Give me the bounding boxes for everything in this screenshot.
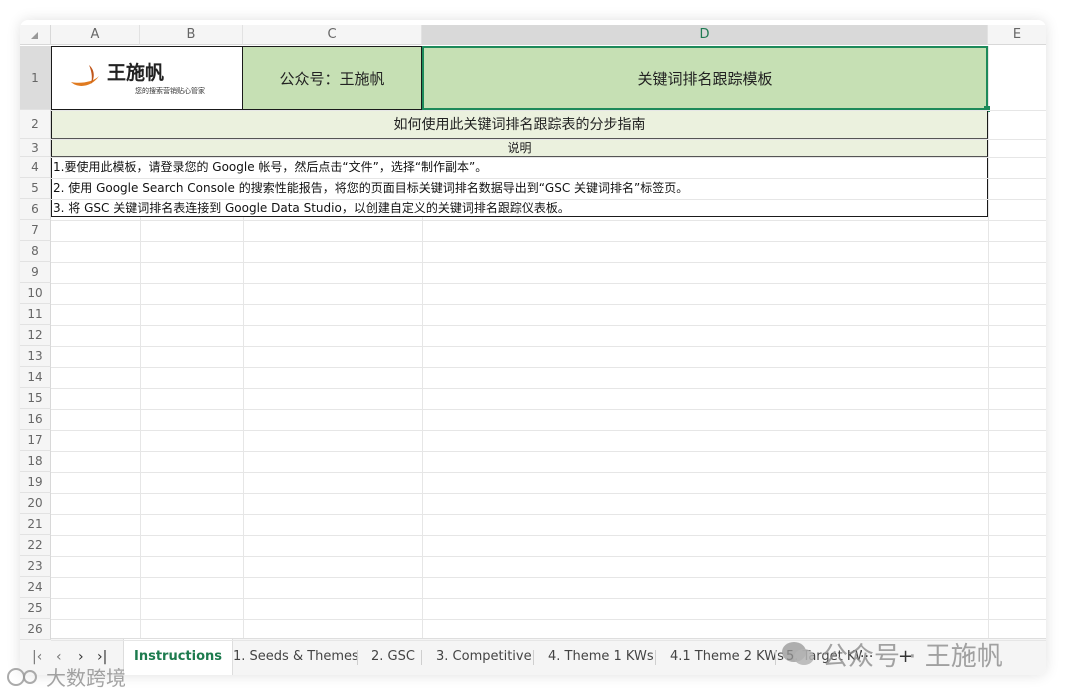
row-header[interactable]: 18 — [20, 451, 51, 472]
grid-line — [988, 46, 989, 642]
grid-line — [51, 640, 1046, 641]
spreadsheet-window: A B C D E 1 2 3 4 5 6 王施帆 您的搜索营销贴心管家 公众号… — [20, 20, 1046, 675]
column-header-d[interactable]: D — [422, 25, 988, 45]
tab-separator — [655, 650, 656, 665]
logo-cell[interactable]: 王施帆 您的搜索营销贴心管家 — [51, 46, 243, 110]
row-header[interactable]: 22 — [20, 535, 51, 556]
row-header[interactable]: 6 — [20, 199, 51, 220]
column-header-a[interactable]: A — [51, 25, 140, 45]
tab-competitive[interactable]: 3. Competitive — [432, 639, 536, 675]
row-header[interactable]: 16 — [20, 409, 51, 430]
grid-line — [51, 598, 1046, 599]
grid-line — [51, 451, 1046, 452]
instruction-line[interactable]: 1.要使用此模板，请登录您的 Google 帐号，然后点击“文件”，选择“制作副… — [53, 158, 487, 177]
watermark-brand-text: 大数跨境 — [46, 666, 126, 690]
grid-line — [51, 619, 1046, 620]
row-header[interactable]: 7 — [20, 220, 51, 241]
instruction-line[interactable]: 2. 使用 Google Search Console 的搜索性能报告，将您的页… — [53, 179, 688, 198]
tab-seeds-themes[interactable]: 1. Seeds & Themes — [229, 639, 363, 675]
tab-separator — [421, 650, 422, 665]
grid-line — [51, 262, 1046, 263]
row-header[interactable]: 21 — [20, 514, 51, 535]
grid-line — [51, 430, 1046, 431]
row-header[interactable]: 24 — [20, 577, 51, 598]
row-header[interactable]: 2 — [20, 110, 51, 139]
grid-line — [51, 304, 1046, 305]
row-header[interactable]: 4 — [20, 157, 51, 178]
grid-line — [51, 556, 1046, 557]
row-header[interactable]: 19 — [20, 472, 51, 493]
grid-line — [51, 409, 1046, 410]
grid-line — [51, 577, 1046, 578]
row-header[interactable]: 13 — [20, 346, 51, 367]
instruction-line[interactable]: 3. 将 GSC 关键词排名表连接到 Google Data Studio，以创… — [53, 199, 570, 218]
row-header[interactable]: 3 — [20, 139, 51, 157]
select-all-corner[interactable] — [20, 25, 51, 45]
row-header[interactable]: 23 — [20, 556, 51, 577]
watermark-account-text: 公众号 · 王施帆 — [822, 641, 1003, 672]
row-header[interactable]: 14 — [20, 367, 51, 388]
logo-text: 王施帆 — [107, 62, 165, 84]
tab-separator — [357, 650, 358, 665]
row-header[interactable]: 17 — [20, 430, 51, 451]
tab-gsc[interactable]: 2. GSC — [367, 639, 419, 675]
row-header[interactable]: 1 — [20, 46, 51, 110]
row-header[interactable]: 8 — [20, 241, 51, 262]
tab-separator — [533, 650, 534, 665]
grid-line — [51, 110, 1046, 111]
column-header-e[interactable]: E — [988, 25, 1046, 45]
description-header-cell[interactable]: 说明 — [51, 139, 988, 157]
guide-title-cell[interactable]: 如何使用此关键词排名跟踪表的分步指南 — [51, 110, 988, 139]
row-header[interactable]: 15 — [20, 388, 51, 409]
brand-logo-icon — [7, 667, 37, 686]
column-header-b[interactable]: B — [140, 25, 243, 45]
grid-line — [51, 325, 1046, 326]
grid-line — [51, 514, 1046, 515]
grid-line — [51, 241, 1046, 242]
row-header[interactable]: 25 — [20, 598, 51, 619]
logo-tagline: 您的搜索营销贴心管家 — [135, 87, 205, 95]
grid-line — [51, 367, 1046, 368]
row-header[interactable]: 12 — [20, 325, 51, 346]
column-header-c[interactable]: C — [243, 25, 422, 45]
grid-line — [51, 472, 1046, 473]
tab-theme-1-kws[interactable]: 4. Theme 1 KWs — [544, 639, 658, 675]
logo: 王施帆 您的搜索营销贴心管家 — [57, 54, 237, 102]
row-header[interactable]: 20 — [20, 493, 51, 514]
grid-line — [51, 535, 1046, 536]
row-header[interactable]: 10 — [20, 283, 51, 304]
grid-line — [51, 157, 1046, 158]
grid-line — [51, 283, 1046, 284]
grid-line — [51, 139, 1046, 140]
tab-theme-2-kws[interactable]: 4.1 Theme 2 KWs — [666, 639, 788, 675]
tab-instructions[interactable]: Instructions — [123, 639, 234, 675]
grid-line — [51, 493, 1046, 494]
row-header[interactable]: 26 — [20, 619, 51, 640]
wechat-icon — [782, 642, 814, 665]
grid-line — [51, 346, 1046, 347]
row-header[interactable]: 11 — [20, 304, 51, 325]
row-header[interactable]: 9 — [20, 262, 51, 283]
grid-line — [51, 178, 1046, 179]
row-header[interactable]: 5 — [20, 178, 51, 199]
grid-line — [51, 220, 1046, 221]
flame-logo-icon — [71, 65, 99, 86]
tab-separator — [775, 650, 776, 665]
watermark-left: 大数跨境 — [6, 662, 126, 691]
account-cell[interactable]: 公众号：王施帆 — [243, 46, 422, 110]
grid-line — [51, 388, 1046, 389]
template-title-cell[interactable]: 关键词排名跟踪模板 — [422, 46, 988, 110]
grid-line — [51, 199, 1046, 200]
